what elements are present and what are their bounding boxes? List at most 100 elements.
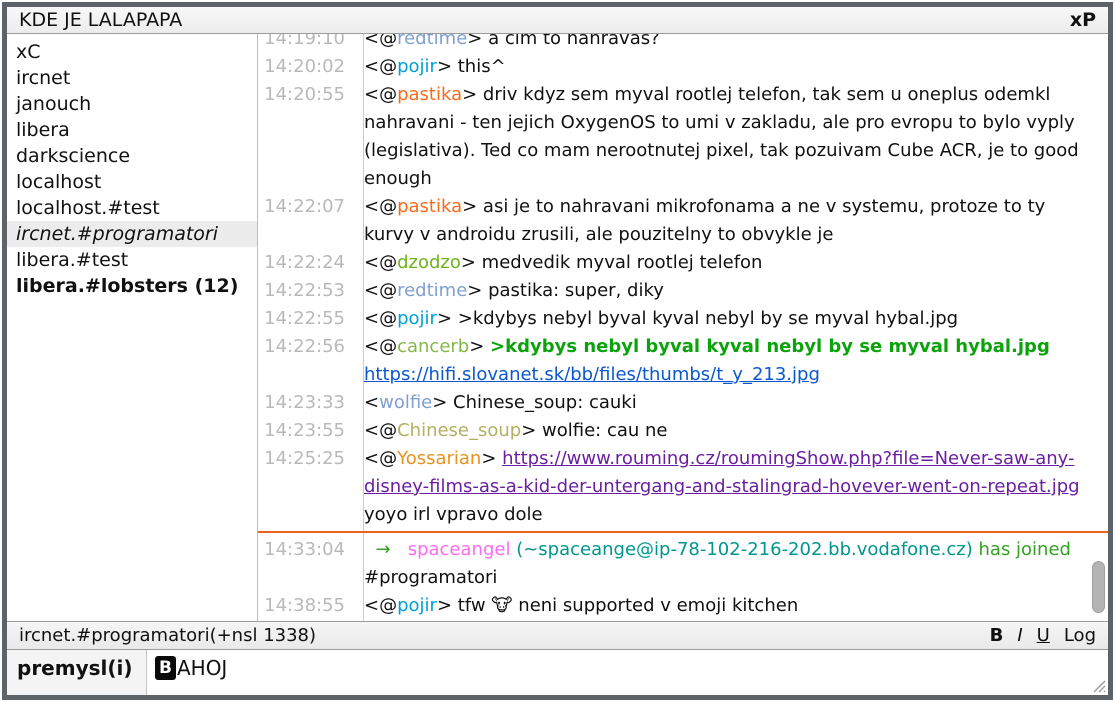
- message-segment: <@: [364, 308, 397, 329]
- sidebar-item-ircnet[interactable]: ircnet: [7, 65, 257, 91]
- irc-client-window: KDE JE LALAPAPA xP xCircnetjanouchlibera…: [7, 7, 1108, 695]
- message-segment: >kdybys nebyl byval kyval nebyl by se my…: [490, 336, 1050, 357]
- sidebar-item-localhost.#test[interactable]: localhost.#test: [7, 195, 257, 221]
- message-text: <wolfie> Chinese_soup: cauki: [354, 389, 1108, 417]
- nick[interactable]: dzodzo: [397, 252, 461, 273]
- timestamp: 14:22:24: [258, 249, 354, 277]
- timestamp: 14:33:04: [258, 536, 354, 592]
- main-area: xCircnetjanouchliberadarksciencelocalhos…: [7, 34, 1108, 621]
- message-segment: > >kdybys nebyl byval kyval nebyl by se …: [437, 308, 958, 329]
- message-segment: >: [469, 336, 490, 357]
- message-text: <@pojir> this^: [354, 53, 1108, 81]
- timestamp: 14:20:02: [258, 53, 354, 81]
- sidebar-item-darkscience[interactable]: darkscience: [7, 143, 257, 169]
- nick[interactable]: pastika: [397, 84, 462, 105]
- message-row: 14:23:55<@Chinese_soup> wolfie: cau ne: [258, 417, 1108, 445]
- nick[interactable]: pojir: [397, 56, 437, 77]
- nick[interactable]: pastika: [397, 196, 462, 217]
- message-text: → spaceangel (~spaceange@ip-78-102-216-2…: [354, 536, 1108, 592]
- title-bar: KDE JE LALAPAPA xP: [7, 7, 1108, 34]
- timestamp: 14:22:56: [258, 333, 354, 389]
- message-row: 14:25:25<@Yossarian> https://www.rouming…: [258, 445, 1108, 529]
- message-text: <@pastika> driv kdyz sem myval rootlej t…: [354, 81, 1108, 193]
- timestamp: 14:22:07: [258, 193, 354, 249]
- message-segment: > driv kdyz sem myval rootlej telefon, t…: [364, 84, 1079, 189]
- nick[interactable]: pojir: [397, 308, 437, 329]
- status-topic: ircnet.#programatori(+nsl 1338): [19, 625, 316, 646]
- sidebar-item-localhost[interactable]: localhost: [7, 169, 257, 195]
- message-segment: <@: [364, 280, 397, 301]
- timestamp: 14:22:55: [258, 305, 354, 333]
- message-row: 14:19:10<@redtime> a cim to nahravas?: [258, 34, 1108, 53]
- message-segment: > pastika: super, diky: [467, 280, 664, 301]
- message-input[interactable]: BAHOJ: [147, 650, 1108, 695]
- timestamp: 14:19:10: [258, 34, 354, 53]
- message-row: 14:22:07<@pastika> asi je to nahravani m…: [258, 193, 1108, 249]
- nick[interactable]: Chinese_soup: [397, 420, 521, 441]
- message-row: 14:22:53<@redtime> pastika: super, diky: [258, 277, 1108, 305]
- message-segment: > this^: [437, 56, 506, 77]
- message-segment: <@: [364, 56, 397, 77]
- message-segment: yoyo irl vpravo dole: [364, 504, 543, 525]
- timestamp: 14:22:53: [258, 277, 354, 305]
- nick[interactable]: redtime: [397, 280, 467, 301]
- message-text: <@Chinese_soup> wolfie: cau ne: [354, 417, 1108, 445]
- message-segment: <@: [364, 336, 397, 357]
- message-row: 14:22:56 <@cancerb> >kdybys nebyl byval k…: [258, 333, 1108, 389]
- message-segment: →: [364, 539, 396, 560]
- message-row: 14:23:33<wolfie> Chinese_soup: cauki: [258, 389, 1108, 417]
- sidebar-item-xc[interactable]: xC: [7, 39, 257, 65]
- message-segment: > medvedik myval rootlej telefon: [461, 252, 763, 273]
- message-text: <@redtime> a cim to nahravas?: [354, 34, 1108, 53]
- input-text: AHOJ: [177, 656, 227, 680]
- format-button-b[interactable]: B: [990, 625, 1004, 646]
- message-text: <@pojir> >kdybys nebyl byval kyval nebyl…: [354, 305, 1108, 333]
- sidebar-item-libera.#lobsters-12-[interactable]: libera.#lobsters (12): [7, 273, 257, 299]
- message-segment: has joined: [979, 539, 1071, 560]
- message-segment: >: [481, 448, 502, 469]
- message-row: 14:20:55<@pastika> driv kdyz sem myval r…: [258, 81, 1108, 193]
- sidebar-item-libera.#test[interactable]: libera.#test: [7, 247, 257, 273]
- message-segment: > asi je to nahravani mikrofonama a ne v…: [364, 196, 1045, 245]
- message-row: 14:22:24<@dzodzo> medvedik myval rootlej…: [258, 249, 1108, 277]
- message-row: 14:20:02<@pojir> this^: [258, 53, 1108, 81]
- nick[interactable]: Yossarian: [397, 448, 481, 469]
- nick[interactable]: cancerb: [397, 336, 469, 357]
- nick[interactable]: wolfie: [379, 392, 432, 413]
- message-segment: #programatori: [364, 567, 497, 588]
- message-row: 14:38:55 <@pojir> tfw 🐮 neni supported v …: [258, 592, 1108, 620]
- input-bar: premysl(i) BAHOJ: [7, 649, 1108, 695]
- channel-list: xCircnetjanouchliberadarksciencelocalhos…: [7, 34, 258, 621]
- timestamp: 14:23:33: [258, 389, 354, 417]
- message-row: 14:22:55<@pojir> >kdybys nebyl byval kyv…: [258, 305, 1108, 333]
- message-segment: <@: [364, 595, 397, 616]
- message-segment: <@: [364, 448, 397, 469]
- message-text: <@Yossarian> https://www.rouming.cz/roum…: [354, 445, 1108, 529]
- resize-handle-icon[interactable]: [1093, 680, 1106, 693]
- timestamp: 14:23:55: [258, 417, 354, 445]
- message-segment: > wolfie: cau ne: [521, 420, 667, 441]
- message-link[interactable]: https://hifi.slovanet.sk/bb/files/thumbs…: [364, 364, 820, 385]
- message-segment: <@: [364, 420, 397, 441]
- unread-marker: [258, 531, 1108, 533]
- scrollbar-thumb[interactable]: [1092, 561, 1105, 613]
- timestamp: 14:20:55: [258, 81, 354, 193]
- format-button-u[interactable]: U: [1037, 625, 1050, 646]
- message-text: <@pastika> asi je to nahravani mikrofona…: [354, 193, 1108, 249]
- timestamp: 14:38:55: [258, 592, 354, 620]
- app-name: xP: [1070, 9, 1096, 31]
- sidebar-item-libera[interactable]: libera: [7, 117, 257, 143]
- format-button-i[interactable]: I: [1017, 625, 1022, 646]
- nick[interactable]: spaceangel: [408, 539, 511, 560]
- message-segment: > tfw 🐮 neni supported v emoji kitchen: [437, 595, 798, 616]
- nick[interactable]: redtime: [397, 34, 467, 49]
- message-segment: <@: [364, 84, 397, 105]
- message-segment: [396, 539, 407, 560]
- sidebar-item-ircnet.#programatori[interactable]: ircnet.#programatori: [7, 221, 257, 247]
- format-buttons: BIU Log: [990, 625, 1096, 646]
- message-segment: <: [364, 392, 379, 413]
- format-button-log[interactable]: Log: [1064, 625, 1096, 646]
- message-text: <@redtime> pastika: super, diky: [354, 277, 1108, 305]
- sidebar-item-janouch[interactable]: janouch: [7, 91, 257, 117]
- nick[interactable]: pojir: [397, 595, 437, 616]
